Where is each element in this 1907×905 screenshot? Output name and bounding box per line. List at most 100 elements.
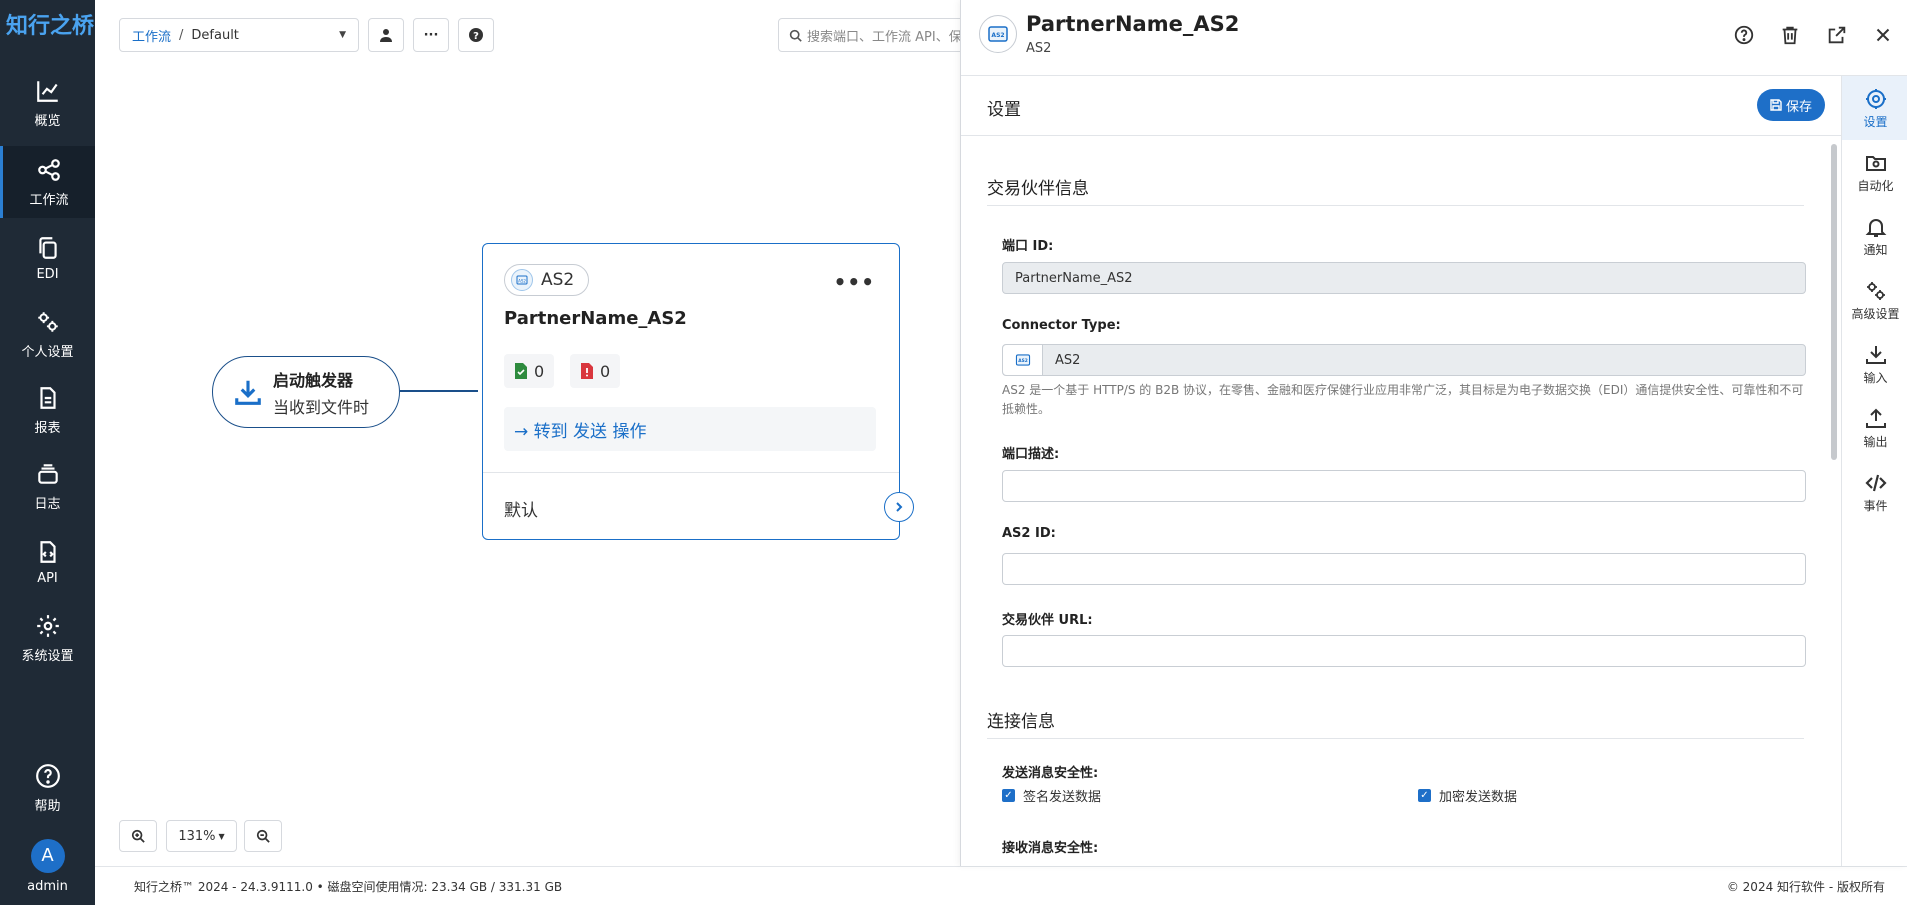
port-id-field[interactable]: PartnerName_AS2 xyxy=(1002,262,1806,294)
gears-icon xyxy=(1866,281,1885,300)
close-icon[interactable] xyxy=(1872,24,1894,46)
tab-label: 事件 xyxy=(1863,498,1888,513)
zoom-in-button[interactable] xyxy=(119,820,157,852)
sidebar-item-label: 日志 xyxy=(34,496,61,512)
tab-input[interactable]: 输入 xyxy=(1842,332,1907,396)
success-count: 0 xyxy=(534,361,545,381)
error-count-badge[interactable]: 0 xyxy=(570,354,621,388)
default-output-label: 默认 xyxy=(504,501,538,521)
port-id-label: 端口 ID: xyxy=(1002,239,1054,254)
sidebar-item-overview[interactable]: 概览 xyxy=(0,67,95,139)
save-button[interactable]: 保存 xyxy=(1757,89,1825,121)
external-link-icon[interactable] xyxy=(1826,24,1848,46)
gear-icon xyxy=(36,614,59,637)
sidebar-item-label: 概览 xyxy=(34,113,61,129)
gear-icon xyxy=(1865,88,1886,109)
question-circle-icon xyxy=(35,763,60,788)
sidebar-item-system-settings[interactable]: 系统设置 xyxy=(0,602,95,674)
file-error-icon xyxy=(581,363,593,379)
connector-type-field[interactable]: AS2 AS2 xyxy=(1002,344,1806,376)
connector-type-label: Connector Type: xyxy=(1002,318,1121,333)
more-options-button[interactable]: ··· xyxy=(413,18,449,52)
tab-label: 高级设置 xyxy=(1851,306,1900,321)
as2-id-label: AS2 ID: xyxy=(1002,526,1056,541)
save-label: 保存 xyxy=(1785,99,1812,115)
help-button[interactable]: ? xyxy=(458,18,494,52)
tab-label: 自动化 xyxy=(1857,178,1894,193)
tab-output[interactable]: 输出 xyxy=(1842,396,1907,460)
breadcrumb-current: Default xyxy=(191,27,239,43)
sign-outgoing-checkbox[interactable]: ✓ 签名发送数据 xyxy=(1002,786,1101,805)
sidebar-item-personal-settings[interactable]: 个人设置 xyxy=(0,298,95,370)
as2-id-field[interactable] xyxy=(1002,553,1806,585)
output-port-button[interactable] xyxy=(884,492,914,522)
main-sidebar: 知行之桥 概览 工作流 EDI 个人设置 报表 日志 API 系统设置 帮助 A… xyxy=(0,0,95,905)
tab-label: 输出 xyxy=(1863,434,1888,449)
success-count-badge[interactable]: 0 xyxy=(504,354,555,388)
gears-icon xyxy=(37,311,58,332)
breadcrumb-link[interactable]: 工作流 xyxy=(132,26,171,45)
form-scrollbar[interactable] xyxy=(1830,142,1838,866)
tab-settings[interactable]: 设置 xyxy=(1842,76,1907,140)
question-circle-icon: ? xyxy=(469,28,483,42)
settings-bar: 设置 保存 xyxy=(961,76,1841,136)
search-placeholder: 搜索端口、工作流 API、保 xyxy=(807,29,962,45)
breadcrumb[interactable]: 工作流 / Default ▼ xyxy=(119,18,359,52)
zoom-level-select[interactable]: 131% ▼ xyxy=(166,820,237,852)
sidebar-item-reports[interactable]: 报表 xyxy=(0,374,95,446)
tab-notifications[interactable]: 通知 xyxy=(1842,204,1907,268)
code-icon xyxy=(1864,474,1887,491)
section-divider xyxy=(987,205,1804,206)
tab-advanced-settings[interactable]: 高级设置 xyxy=(1842,268,1907,332)
sidebar-item-edi[interactable]: EDI xyxy=(0,222,95,294)
zoom-out-button[interactable] xyxy=(244,820,282,852)
partner-url-label: 交易伙伴 URL: xyxy=(1002,613,1093,628)
node-more-button[interactable]: ••• xyxy=(834,270,875,294)
trigger-node[interactable]: 启动触发器 当收到文件时 xyxy=(212,356,400,428)
question-circle-icon[interactable] xyxy=(1733,24,1755,46)
connector-type-chip: AS2 AS2 xyxy=(504,264,590,296)
sidebar-item-label: EDI xyxy=(36,266,59,282)
file-check-icon xyxy=(515,363,527,379)
upload-icon xyxy=(1865,408,1886,428)
connector-type-label: AS2 xyxy=(541,270,575,290)
search-input[interactable]: 搜索端口、工作流 API、保 xyxy=(778,18,978,52)
user-name: admin xyxy=(27,878,68,894)
tab-label: 设置 xyxy=(1863,114,1888,129)
search-icon xyxy=(789,29,802,42)
panel-header: AS2 PartnerName_AS2 AS2 xyxy=(961,0,1907,76)
sidebar-item-help[interactable]: 帮助 xyxy=(0,752,95,824)
sign-outgoing-label: 签名发送数据 xyxy=(1023,790,1102,805)
footer-version: 知行之桥™ 2024 - 24.3.9111.0 • 磁盘空间使用情况: 23.… xyxy=(134,879,563,894)
partner-url-field[interactable] xyxy=(1002,635,1806,667)
sidebar-item-workflow[interactable]: 工作流 xyxy=(0,146,95,218)
user-filter-button[interactable] xyxy=(368,18,404,52)
connector-help-text: AS2 是一个基于 HTTP/S 的 B2B 协议，在零售、金融和医疗保健行业应… xyxy=(1002,383,1804,416)
sidebar-item-label: 报表 xyxy=(34,420,61,436)
workflow-canvas[interactable]: 工作流 / Default ▼ ··· ? 搜索端口、工作流 API、保 启动触… xyxy=(95,0,978,866)
connector-type-value: AS2 xyxy=(1055,352,1081,368)
tab-label: 通知 xyxy=(1863,242,1888,257)
save-icon xyxy=(1770,99,1782,111)
tab-automation[interactable]: 自动化 xyxy=(1842,140,1907,204)
scrollbar-thumb[interactable] xyxy=(1831,144,1837,460)
tab-events[interactable]: 事件 xyxy=(1842,460,1907,524)
user-icon xyxy=(380,29,392,42)
file-lines-icon xyxy=(39,386,56,409)
zoom-level: 131% xyxy=(178,828,216,844)
svg-text:AS2: AS2 xyxy=(991,32,1004,39)
port-desc-textarea[interactable] xyxy=(1002,470,1806,502)
encrypt-outgoing-checkbox[interactable]: ✓ 加密发送数据 xyxy=(1418,786,1517,805)
sidebar-item-logs[interactable]: 日志 xyxy=(0,450,95,522)
goto-send-action-link[interactable]: → 转到 发送 操作 xyxy=(504,407,876,451)
settings-form: 交易伙伴信息 端口 ID: PartnerName_AS2 Connector … xyxy=(961,136,1831,866)
port-desc-label: 端口描述: xyxy=(1002,447,1060,462)
trash-icon[interactable] xyxy=(1779,24,1801,46)
trigger-subtitle: 当收到文件时 xyxy=(273,397,370,417)
panel-tab-strip: 设置 自动化 通知 高级设置 输入 输出 事件 xyxy=(1841,76,1907,866)
connector-node[interactable]: AS2 AS2 ••• PartnerName_AS2 0 0 → 转到 发送 … xyxy=(482,243,914,540)
user-menu[interactable]: A admin xyxy=(0,830,95,902)
sidebar-item-api[interactable]: API xyxy=(0,526,95,598)
app-logo[interactable]: 知行之桥 xyxy=(6,8,94,40)
panel-title: PartnerName_AS2 xyxy=(1026,12,1240,36)
